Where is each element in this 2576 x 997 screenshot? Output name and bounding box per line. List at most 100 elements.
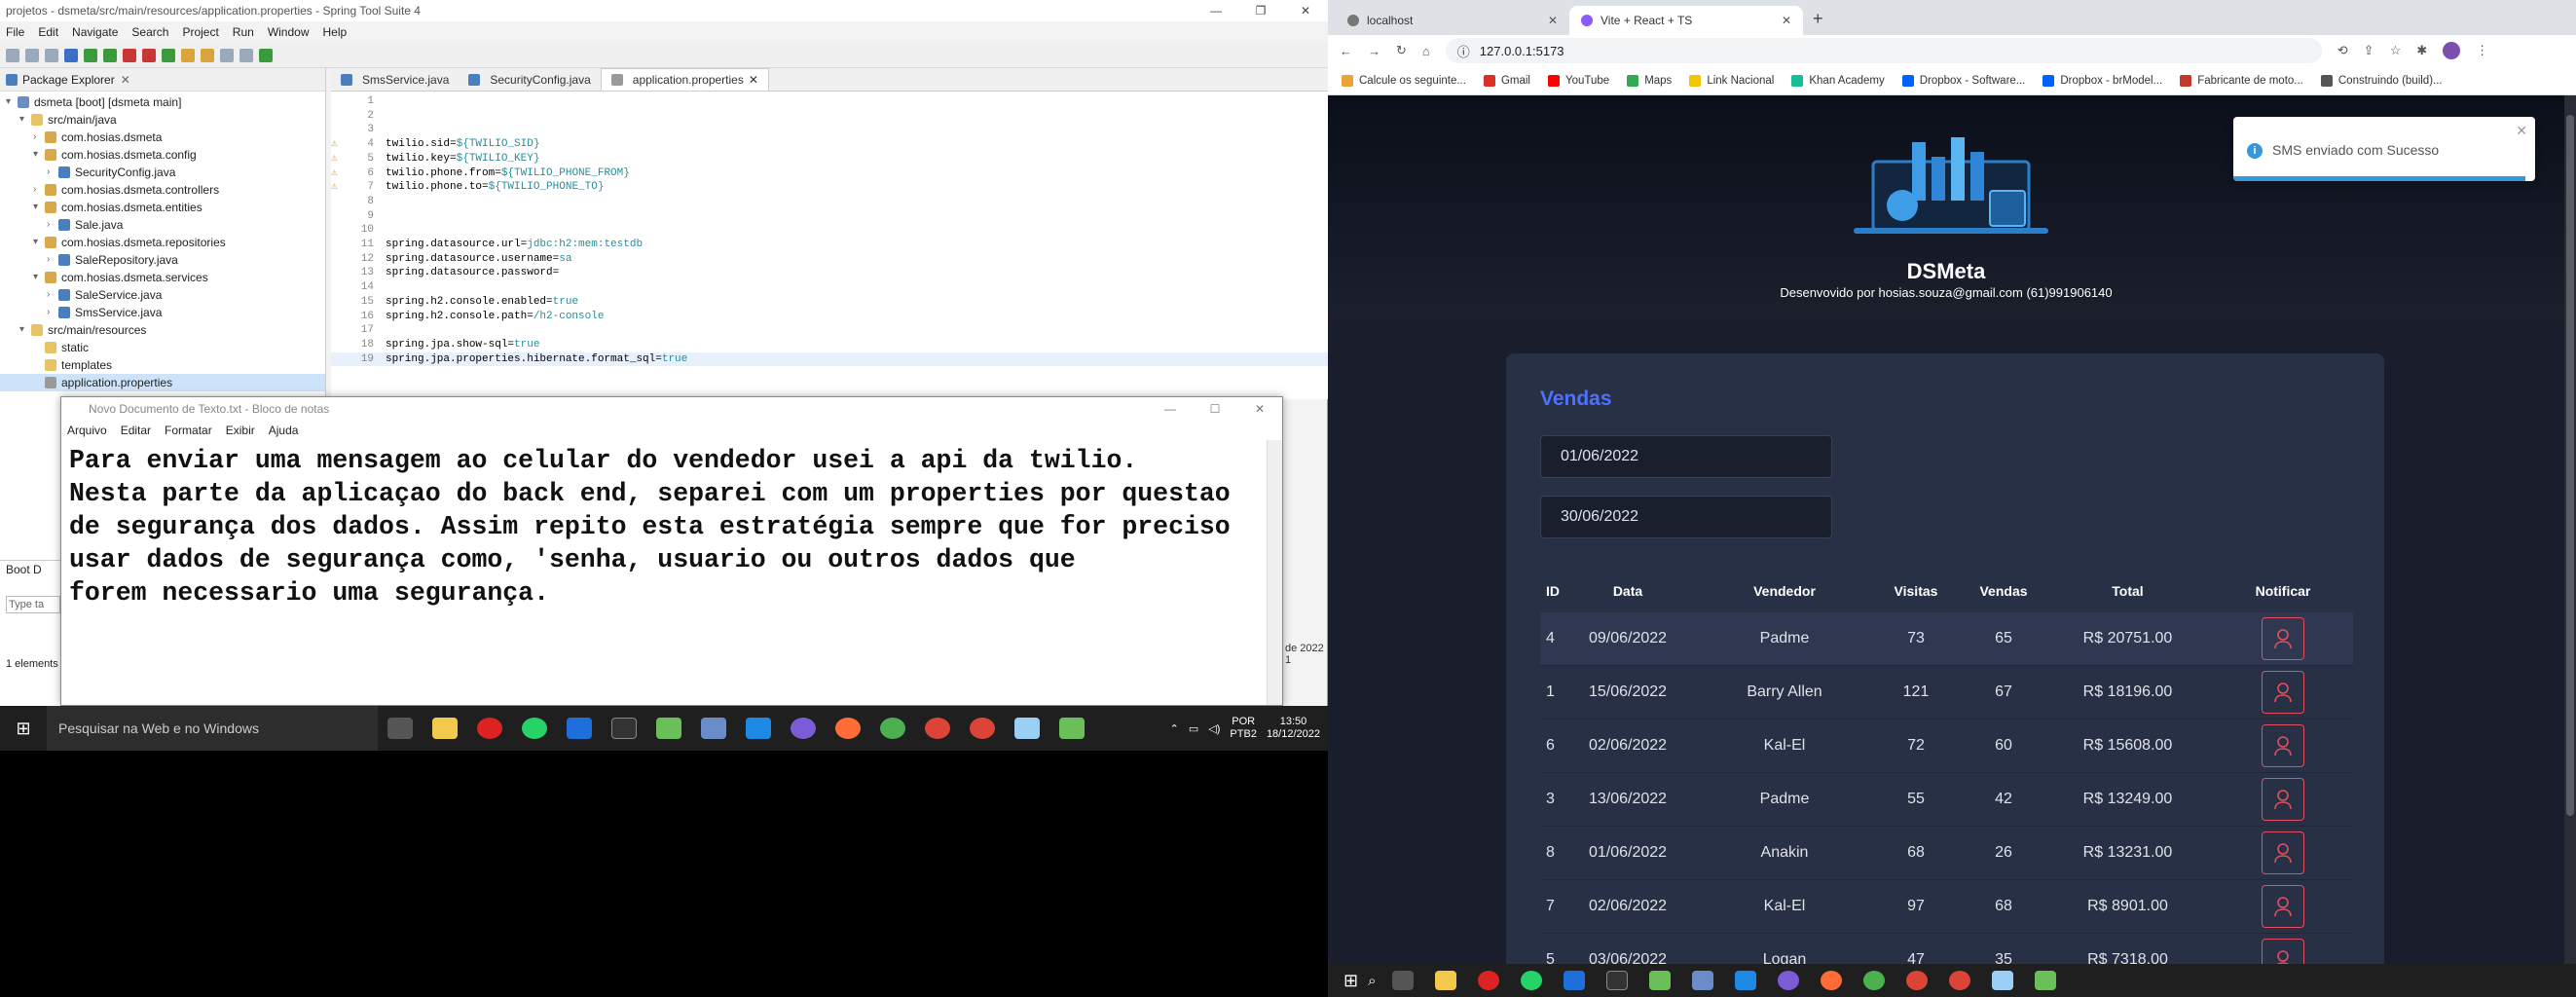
notepad-menu-exibir[interactable]: Exibir (226, 424, 255, 437)
expand-arrow-icon[interactable]: ▾ (33, 269, 45, 286)
terminal-icon[interactable] (611, 718, 637, 739)
sts-icon[interactable] (656, 718, 681, 739)
expand-arrow-icon[interactable]: › (47, 251, 58, 269)
date-min-input[interactable]: 01/06/2022 (1540, 435, 1832, 478)
expand-arrow-icon[interactable]: › (47, 216, 58, 234)
editor-tab[interactable]: application.properties ✕ (600, 68, 769, 91)
editor-tab[interactable]: SecurityConfig.java (459, 69, 600, 91)
tree-item[interactable]: ▾ com.hosias.dsmeta.entities (0, 199, 325, 216)
menu-item-run[interactable]: Run (233, 25, 254, 39)
expand-arrow-icon[interactable]: ▾ (6, 93, 18, 111)
menu-item-search[interactable]: Search (131, 25, 168, 39)
bookmark-item[interactable]: Gmail (1483, 74, 1530, 87)
chrome-icon[interactable] (1905, 971, 1928, 990)
bookmark-star-icon[interactable]: ☆ (2390, 43, 2402, 58)
close-icon[interactable]: ✕ (1283, 4, 1328, 18)
search-icon[interactable]: ⌕ (1368, 973, 1376, 989)
taskbar-search[interactable]: Pesquisar na Web e no Windows (47, 706, 378, 751)
browser-tab[interactable]: localhost ✕ (1336, 6, 1569, 35)
notes-icon[interactable] (1563, 971, 1585, 990)
tree-item[interactable]: ▾ com.hosias.dsmeta.config (0, 146, 325, 164)
forward-icon[interactable]: → (1368, 44, 1380, 58)
chrome2-icon[interactable] (1948, 971, 1970, 990)
expand-arrow-icon[interactable]: › (33, 129, 45, 146)
url-field[interactable]: ⓘ 127.0.0.1:5173 (1445, 38, 2322, 63)
extensions-icon[interactable]: ✱ (2416, 43, 2427, 58)
tree-item[interactable]: › com.hosias.dsmeta.controllers (0, 181, 325, 199)
explorer-icon[interactable] (432, 718, 458, 739)
task-view-icon[interactable] (1391, 971, 1414, 990)
open-perspective-icon[interactable] (259, 48, 273, 62)
notify-button[interactable] (2262, 724, 2304, 767)
bookmark-item[interactable]: Maps (1627, 74, 1672, 87)
forward-icon[interactable] (239, 48, 253, 62)
expand-arrow-icon[interactable]: ▾ (33, 199, 45, 216)
close-tab-icon[interactable]: ✕ (749, 73, 758, 87)
language-indicator[interactable]: POR PTB2 (1230, 716, 1257, 741)
new-java-class-icon[interactable] (162, 48, 175, 62)
notepad-menu-formatar[interactable]: Formatar (165, 424, 212, 437)
back-icon[interactable] (220, 48, 234, 62)
menu-item-navigate[interactable]: Navigate (72, 25, 118, 39)
notify-button[interactable] (2262, 939, 2304, 964)
notepad-icon[interactable] (1014, 718, 1040, 739)
app-icon[interactable] (1691, 971, 1713, 990)
open-type-icon[interactable] (181, 48, 195, 62)
menu-item-window[interactable]: Window (268, 25, 310, 39)
menu-item-file[interactable]: File (6, 25, 24, 39)
opera-icon[interactable] (477, 718, 502, 739)
close-icon[interactable]: ✕ (1237, 402, 1282, 416)
notepad-icon[interactable] (1991, 971, 2013, 990)
expand-arrow-icon[interactable]: › (47, 286, 58, 304)
close-tab-icon[interactable]: ✕ (1548, 14, 1558, 27)
save-icon[interactable] (25, 48, 39, 62)
expand-arrow-icon[interactable]: ▾ (19, 111, 31, 129)
expand-arrow-icon[interactable]: ▾ (33, 234, 45, 251)
close-view-icon[interactable]: ✕ (121, 73, 130, 87)
volume-icon[interactable]: ◁) (1208, 722, 1220, 735)
notify-button[interactable] (2262, 885, 2304, 928)
profile-avatar[interactable] (2443, 42, 2461, 59)
expand-arrow-icon[interactable]: › (47, 304, 58, 321)
network-icon[interactable]: ▭ (1189, 722, 1198, 735)
stop-icon[interactable] (123, 48, 136, 62)
tree-item[interactable]: ▾ src/main/resources (0, 321, 325, 339)
tree-item[interactable]: ▾ com.hosias.dsmeta.services (0, 269, 325, 286)
tree-item[interactable]: › SaleService.java (0, 286, 325, 304)
sts2-icon[interactable] (2034, 971, 2056, 990)
tree-item[interactable]: › SecurityConfig.java (0, 164, 325, 181)
editor-tab[interactable]: SmsService.java (331, 69, 459, 91)
translate-icon[interactable]: ⟲ (2337, 43, 2348, 58)
notepad-menu-ajuda[interactable]: Ajuda (269, 424, 299, 437)
search-icon[interactable] (201, 48, 214, 62)
windows-start-icon[interactable]: ⊞ (1343, 971, 1358, 991)
relaunch-icon[interactable] (142, 48, 156, 62)
debug-icon[interactable] (64, 48, 78, 62)
spring-icon[interactable] (880, 718, 905, 739)
clock[interactable]: 13:50 18/12/2022 (1267, 716, 1320, 741)
bookmark-item[interactable]: Dropbox - brModel... (2042, 74, 2162, 87)
expand-arrow-icon[interactable]: ▾ (19, 321, 31, 339)
bookmark-item[interactable]: Calcule os seguinte... (1342, 74, 1466, 87)
explorer-icon[interactable] (1434, 971, 1456, 990)
tray-chevron-icon[interactable]: ⌃ (1170, 722, 1179, 735)
tree-item[interactable]: › SmsService.java (0, 304, 325, 321)
task-view-icon[interactable] (387, 718, 413, 739)
postman-icon[interactable] (835, 718, 861, 739)
tree-item[interactable]: application.properties (0, 374, 325, 391)
app2-icon[interactable] (746, 718, 771, 739)
maximize-icon[interactable]: ☐ (1193, 402, 1237, 416)
reload-icon[interactable]: ↻ (1396, 43, 1407, 58)
back-icon[interactable]: ← (1340, 44, 1352, 58)
bookmark-item[interactable]: Dropbox - Software... (1901, 74, 2025, 87)
notepad-scrollbar[interactable] (1267, 440, 1282, 705)
site-info-icon[interactable]: ⓘ (1457, 42, 1470, 60)
toast-close-icon[interactable]: ✕ (2516, 123, 2527, 139)
notify-button[interactable] (2262, 671, 2304, 714)
run-icon[interactable] (84, 48, 97, 62)
whatsapp-icon[interactable] (522, 718, 547, 739)
bookmark-item[interactable]: Khan Academy (1791, 74, 1885, 87)
menu-icon[interactable]: ⋮ (2476, 43, 2488, 58)
type-filter-input[interactable]: Type ta (6, 596, 60, 613)
minimize-icon[interactable]: — (1148, 402, 1193, 416)
